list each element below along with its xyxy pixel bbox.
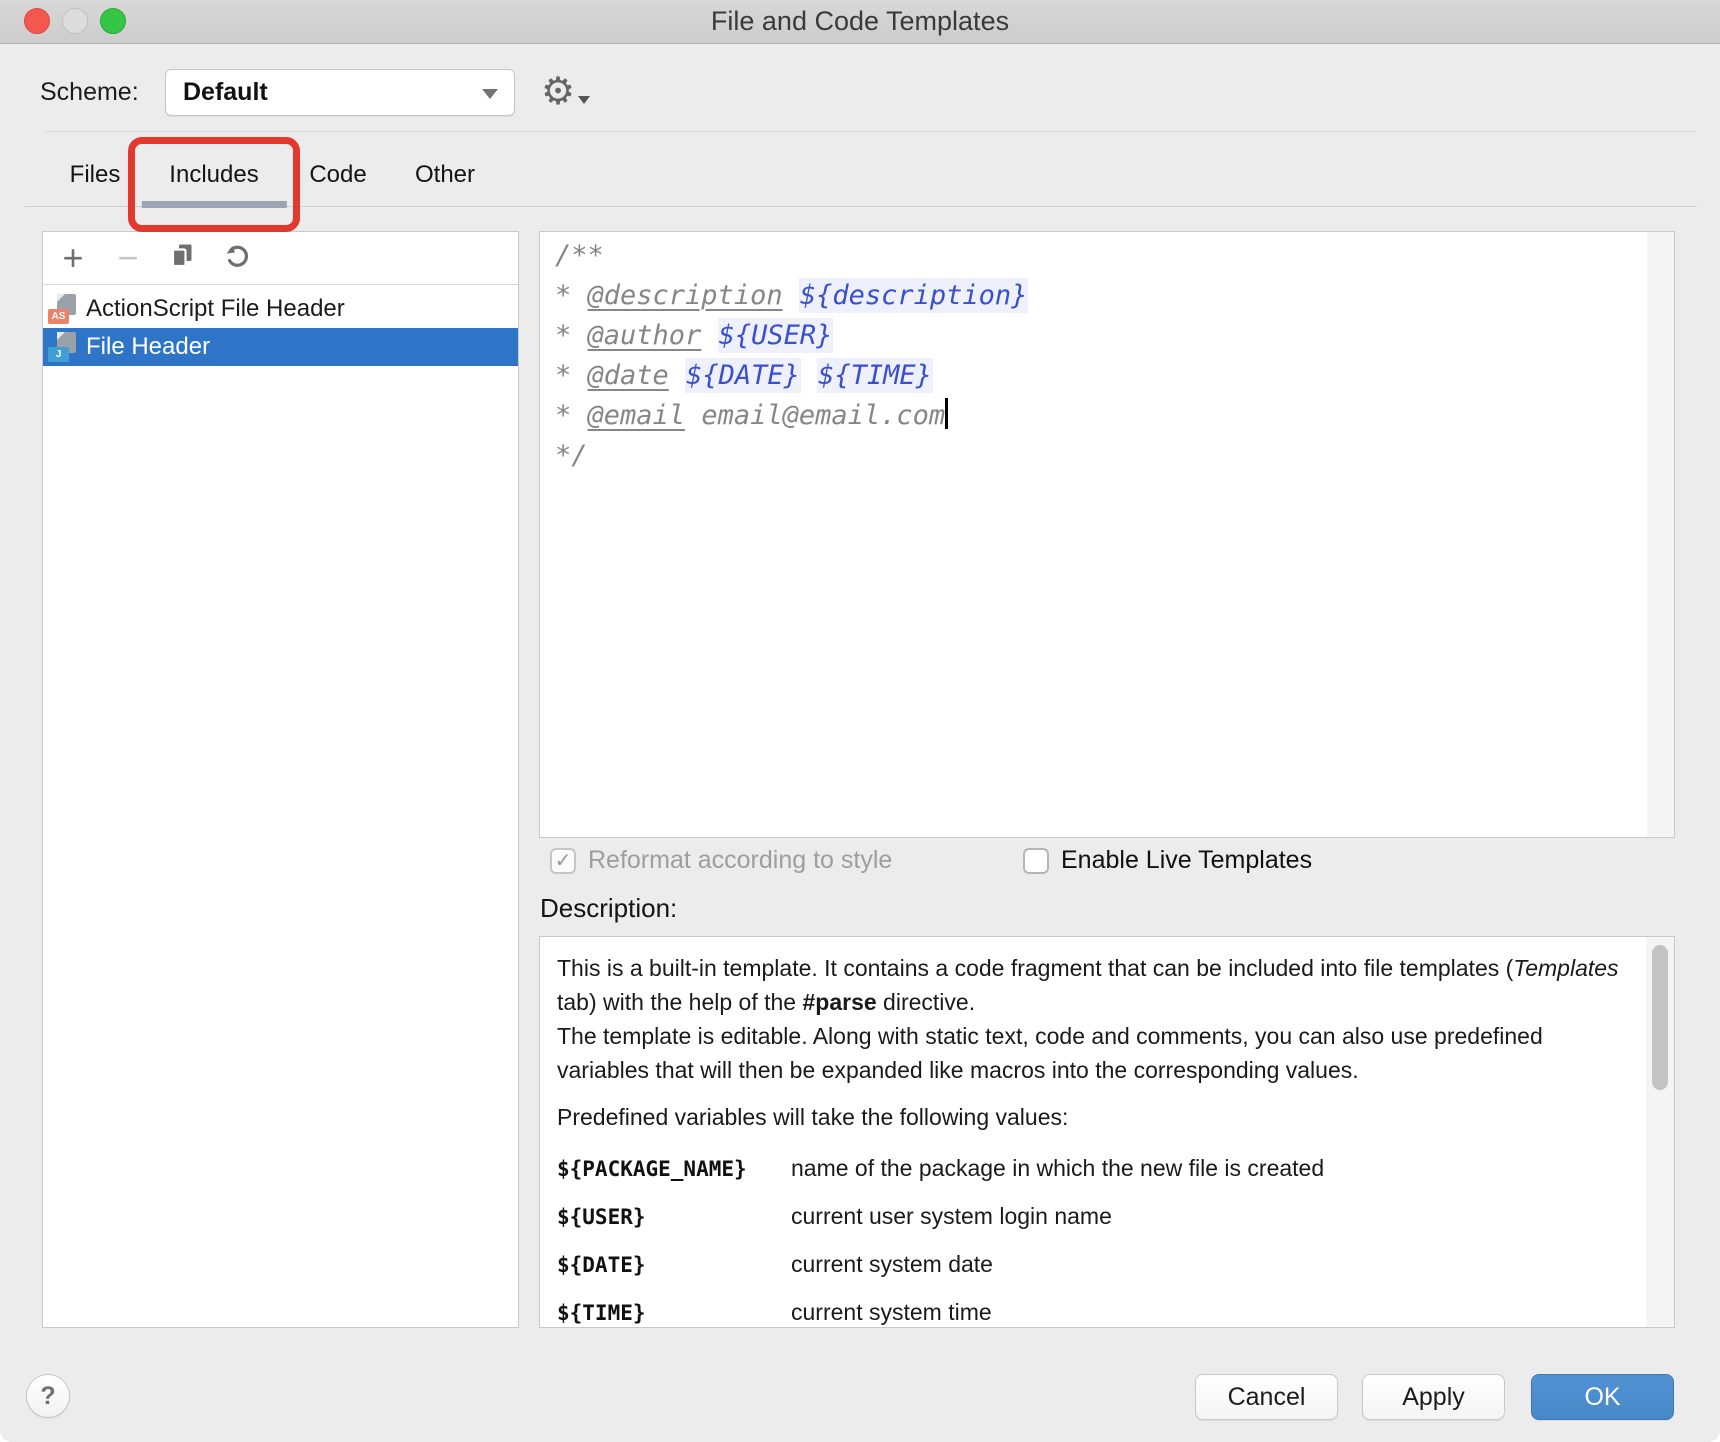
code-line: * @date ${DATE} ${TIME} [555,356,1028,396]
description-scrollbar-thumb[interactable] [1652,945,1668,1090]
code-line: * @author ${USER} [555,316,1028,356]
variable-description: current system time [791,1299,992,1326]
code-line: * @email email@email.com [555,396,1028,436]
template-list-panel: + − AS ActionScript File Header J File Head… [42,231,519,1328]
revert-icon[interactable] [223,242,251,275]
file-type-icon: AS [48,294,76,324]
description-panel: This is a built-in template. It contains… [539,936,1675,1328]
chevron-down-icon [482,89,498,99]
description-paragraph: The template is editable. Along with sta… [557,1019,1630,1087]
variable-name: ${PACKAGE_NAME} [557,1157,791,1181]
gear-icon[interactable]: ⚙ [541,70,575,114]
gear-dropdown-caret-icon [578,96,590,104]
file-and-code-templates-dialog: File and Code Templates Scheme: Default … [0,0,1720,1442]
file-type-icon: J [48,332,76,362]
scheme-label: Scheme: [40,78,139,107]
code-line: /** [555,236,1028,276]
template-list-toolbar: + − [43,232,518,285]
description-paragraph: Predefined variables will take the follo… [557,1100,1630,1134]
variable-name: ${DATE} [557,1253,791,1277]
variable-name: ${TIME} [557,1301,791,1325]
variable-description: current user system login name [791,1203,1112,1230]
live-templates-label: Enable Live Templates [1061,846,1312,875]
variable-row: ${USER}current user system login name [557,1203,1630,1230]
reformat-label: Reformat according to style [588,846,892,875]
variable-name: ${USER} [557,1205,791,1229]
template-name: File Header [86,333,210,361]
editor-scrollbar-gutter[interactable] [1647,232,1674,837]
text-cursor [945,398,948,429]
reformat-checkbox[interactable]: ✓ [550,848,576,874]
variable-description: current system date [791,1251,993,1278]
tab-files[interactable]: Files [70,161,121,189]
description-label: Description: [540,893,677,924]
live-templates-option: Enable Live Templates [1023,846,1312,875]
variable-row: ${TIME}current system time [557,1299,1630,1326]
variable-row: ${PACKAGE_NAME}name of the package in wh… [557,1155,1630,1182]
title-bar: File and Code Templates [0,0,1720,44]
scheme-dropdown[interactable]: Default [165,69,515,116]
ok-button[interactable]: OK [1531,1374,1674,1420]
remove-icon[interactable]: − [114,240,142,276]
template-list-item[interactable]: AS ActionScript File Header [43,290,518,328]
code-line: */ [555,436,1028,476]
template-name: ActionScript File Header [86,295,345,323]
window-title: File and Code Templates [0,0,1720,43]
description-text: This is a built-in template. It contains… [557,951,1630,1326]
copy-icon[interactable] [169,242,196,274]
template-list: AS ActionScript File Header J File Header [43,290,518,366]
live-templates-checkbox[interactable] [1023,848,1049,874]
tab-includes[interactable]: Includes [169,161,258,189]
template-editor[interactable]: /*** @description ${description}* @autho… [539,231,1675,838]
code-line: * @description ${description} [555,276,1028,316]
tab-code[interactable]: Code [309,161,366,189]
scheme-value: Default [183,70,268,115]
tab-other[interactable]: Other [415,161,475,189]
separator-top [45,131,1697,132]
template-code: /*** @description ${description}* @autho… [555,236,1028,476]
template-list-item[interactable]: J File Header [43,328,518,366]
help-button[interactable]: ? [26,1374,70,1418]
cancel-button[interactable]: Cancel [1195,1374,1338,1420]
reformat-option: ✓ Reformat according to style [550,846,892,875]
variable-description: name of the package in which the new fil… [791,1155,1324,1182]
variable-row: ${DATE}current system date [557,1251,1630,1278]
add-icon[interactable]: + [59,240,87,276]
apply-button[interactable]: Apply [1362,1374,1505,1420]
description-paragraph: This is a built-in template. It contains… [557,951,1630,1019]
